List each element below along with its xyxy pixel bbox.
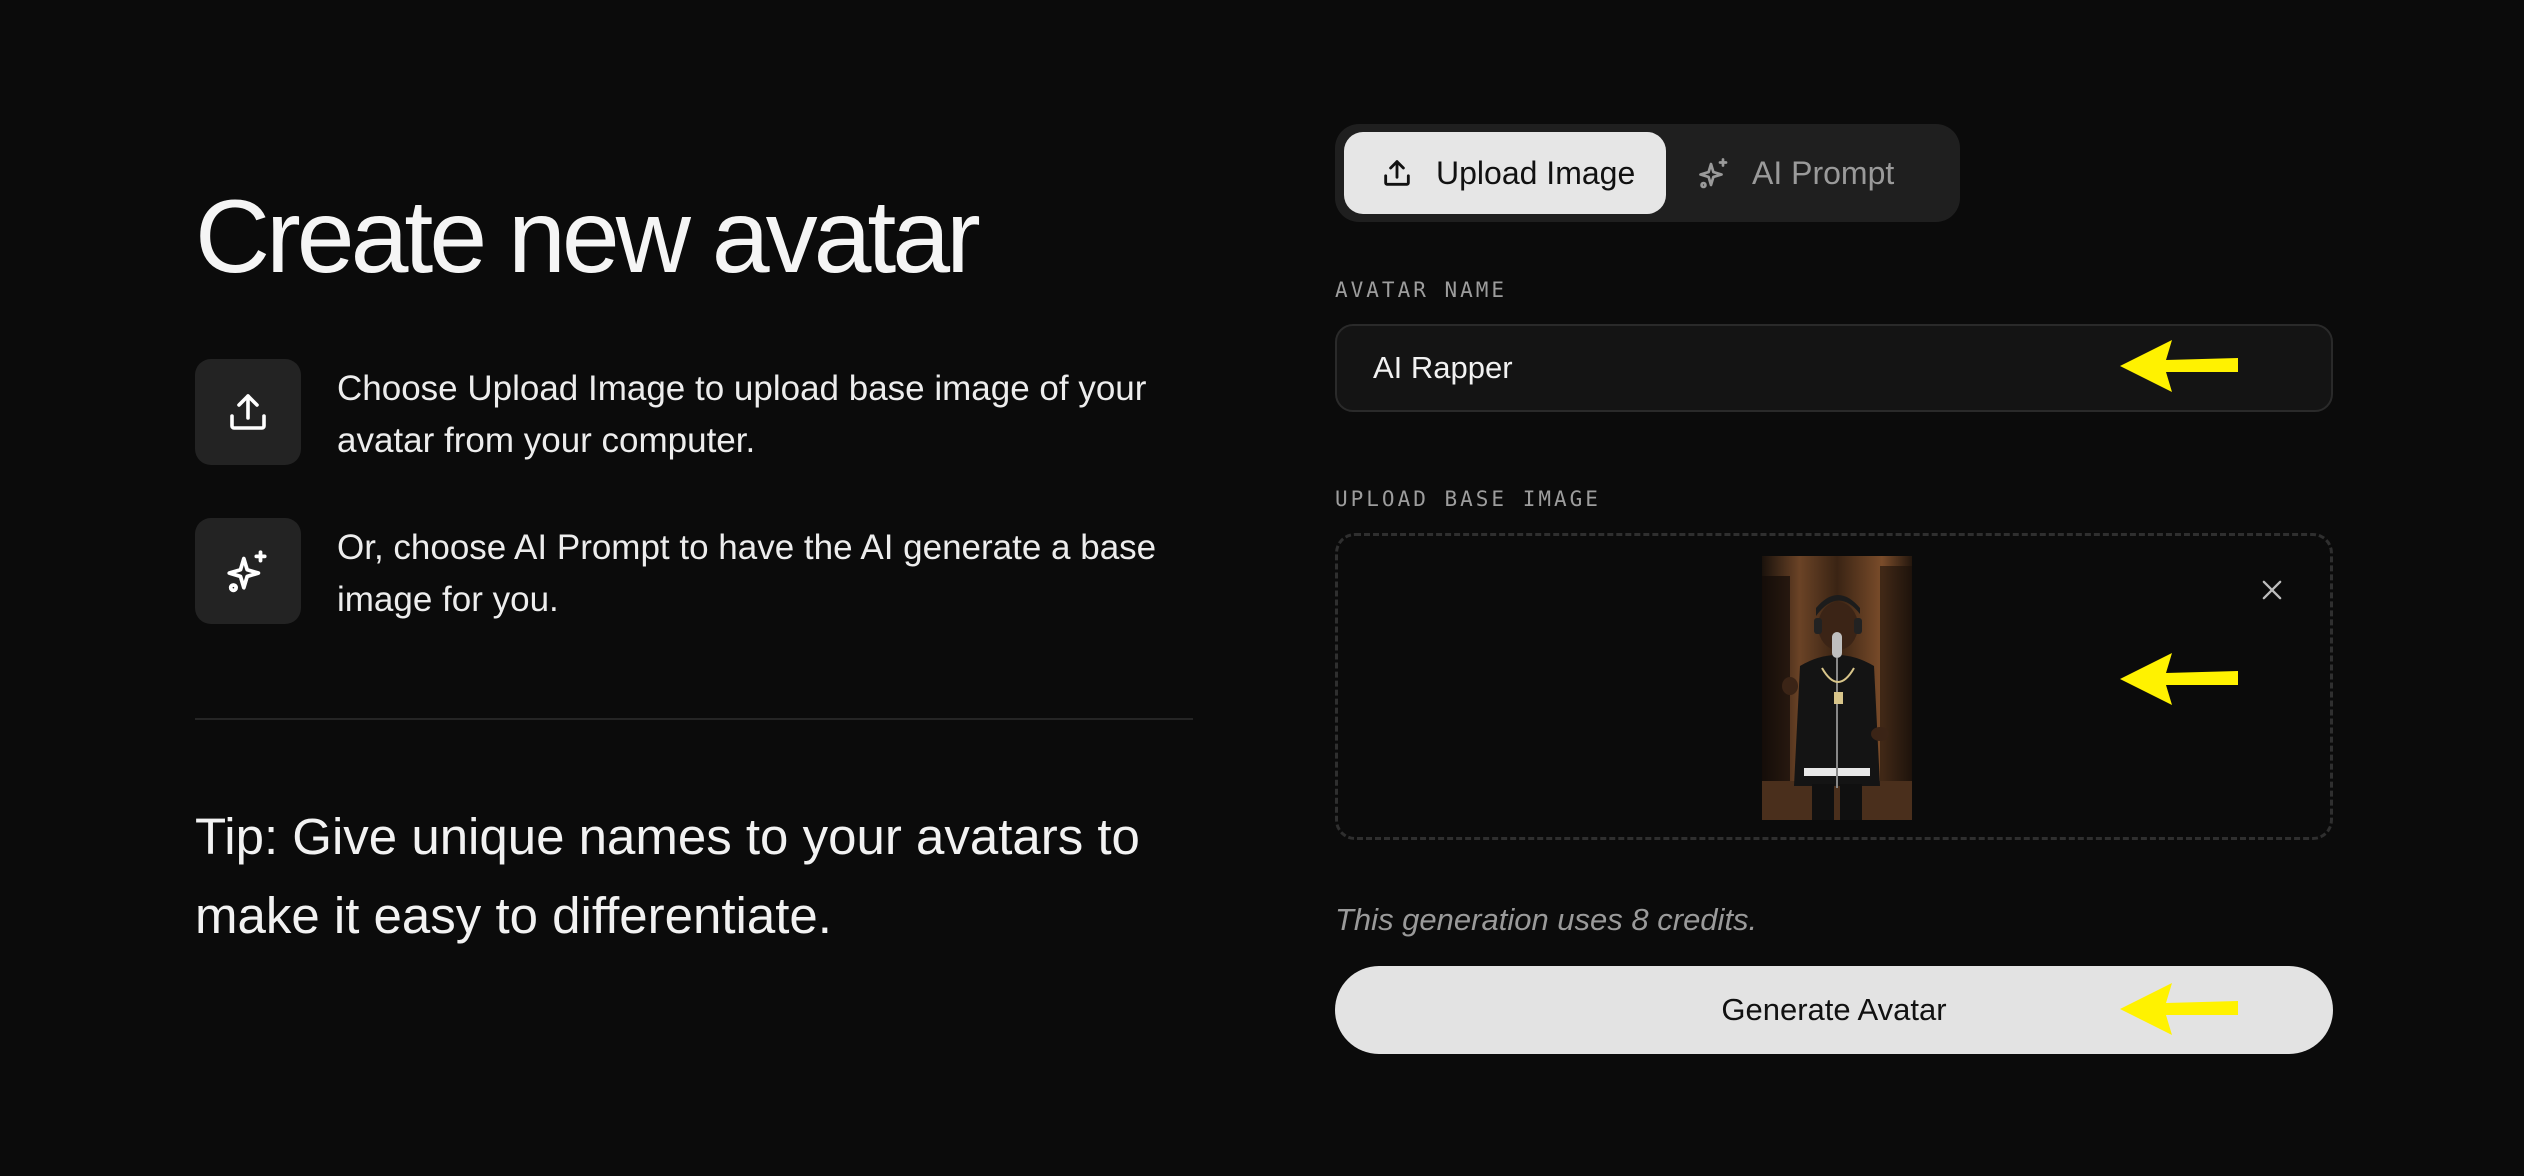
upload-icon (195, 359, 301, 465)
avatar-name-label: AVATAR NAME (1335, 278, 1508, 302)
sparkle-icon (1696, 155, 1732, 191)
tip-text: Tip: Give unique names to your avatars t… (195, 808, 1140, 944)
divider (195, 718, 1193, 720)
page-title: Create new avatar (195, 179, 981, 295)
mode-tabs: Upload Image AI Prompt (1335, 124, 1960, 222)
feature-ai-prompt-text: Or, choose AI Prompt to have the AI gene… (337, 528, 1157, 619)
info-panel: Create new avatar Choose Upload Image to… (195, 179, 1195, 944)
tab-upload-image[interactable]: Upload Image (1344, 132, 1666, 214)
annotation-arrow-icon (2120, 983, 2238, 1035)
create-avatar-page: Create new avatar Choose Upload Image to… (0, 0, 2524, 1176)
remove-image-button[interactable] (2254, 572, 2290, 608)
credits-note: This generation uses 8 credits. (1335, 902, 1758, 937)
sparkle-icon (195, 518, 301, 624)
feature-ai-prompt: Or, choose AI Prompt to have the AI gene… (195, 518, 1195, 628)
annotation-arrow-icon (2120, 340, 2238, 392)
tab-ai-label: AI Prompt (1752, 154, 1895, 191)
feature-upload-text: Choose Upload Image to upload base image… (337, 369, 1147, 460)
close-icon (2258, 576, 2286, 604)
tab-ai-prompt[interactable]: AI Prompt (1680, 132, 1952, 214)
tab-upload-label: Upload Image (1436, 154, 1636, 191)
annotation-arrow-icon (2120, 653, 2238, 705)
upload-base-image-label: UPLOAD BASE IMAGE (1335, 487, 1601, 511)
base-image-preview (1762, 556, 1912, 820)
feature-upload: Choose Upload Image to upload base image… (195, 359, 1195, 469)
upload-icon (1380, 156, 1414, 190)
